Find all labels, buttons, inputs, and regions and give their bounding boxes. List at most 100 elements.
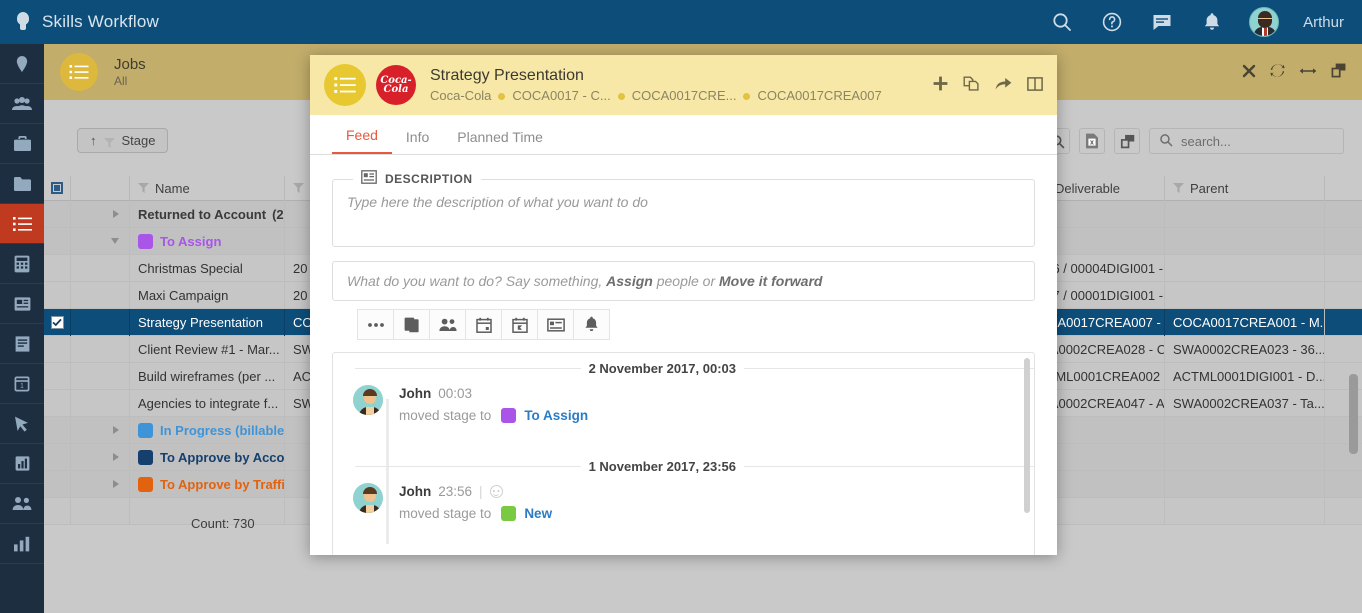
row-checkbox[interactable] bbox=[44, 443, 71, 471]
sidebar-item-jobs[interactable] bbox=[0, 204, 44, 244]
grid-scrollbar[interactable] bbox=[1349, 204, 1358, 454]
row-expander[interactable] bbox=[71, 227, 130, 255]
avatar[interactable] bbox=[1249, 7, 1280, 37]
row-expander[interactable] bbox=[71, 200, 130, 228]
tab-info[interactable]: Info bbox=[392, 129, 443, 154]
calendar-time-icon[interactable] bbox=[501, 309, 538, 340]
tab-feed[interactable]: Feed bbox=[332, 127, 392, 154]
modal-header-actions bbox=[923, 76, 1043, 95]
composer-text-1: What do you want to do? Say something, bbox=[347, 273, 603, 289]
messages-icon[interactable] bbox=[1149, 9, 1175, 35]
feed-stage-name[interactable]: To Assign bbox=[524, 406, 588, 426]
column-label: Parent bbox=[1190, 180, 1229, 196]
column-label: Name bbox=[155, 180, 190, 196]
filter-icon[interactable] bbox=[1173, 181, 1184, 196]
calendar-icon[interactable] bbox=[465, 309, 502, 340]
sidebar-item-location[interactable] bbox=[0, 44, 44, 84]
breadcrumb-item-job[interactable]: COCA0017CREA007 bbox=[757, 88, 881, 104]
composer-input[interactable]: What do you want to do? Say something, A… bbox=[332, 261, 1035, 301]
list-item[interactable]: John 23:56 | moved stage to New bbox=[333, 481, 1034, 523]
sidebar-item-briefcase[interactable] bbox=[0, 124, 44, 164]
search-icon[interactable] bbox=[1049, 9, 1075, 35]
group-name: To Approve by Traffic (1) bbox=[130, 470, 285, 498]
row-checkbox[interactable] bbox=[44, 308, 71, 336]
card-icon[interactable] bbox=[537, 309, 574, 340]
row-expander[interactable] bbox=[71, 470, 130, 498]
feed-scrollbar[interactable] bbox=[1024, 358, 1030, 553]
breadcrumb-item-project[interactable]: COCA0017 - C... bbox=[512, 88, 610, 104]
composer-move-link[interactable]: Move it forward bbox=[719, 273, 822, 289]
copy-icon[interactable] bbox=[393, 309, 430, 340]
split-panel-icon[interactable] bbox=[1027, 76, 1043, 94]
row-checkbox[interactable] bbox=[44, 362, 71, 390]
page-header-actions bbox=[1242, 63, 1362, 81]
breadcrumb-item-deliverable[interactable]: COCA0017CRE... bbox=[632, 88, 737, 104]
sidebar-item-cursor[interactable] bbox=[0, 404, 44, 444]
forward-icon[interactable] bbox=[995, 77, 1012, 94]
excel-export-icon[interactable]: x bbox=[1079, 128, 1105, 154]
description-field[interactable]: DESCRIPTION Type here the description of… bbox=[332, 170, 1035, 247]
close-icon[interactable] bbox=[1242, 64, 1256, 81]
sidebar-item-calendar[interactable]: 1 bbox=[0, 364, 44, 404]
composer-assign-link[interactable]: Assign bbox=[606, 273, 653, 289]
sidebar-item-bar-chart[interactable] bbox=[0, 524, 44, 564]
row-expander[interactable] bbox=[71, 416, 130, 444]
row-checkbox[interactable] bbox=[44, 200, 71, 228]
search-input[interactable]: search... bbox=[1149, 128, 1344, 154]
modal-title: Strategy Presentation bbox=[430, 66, 584, 84]
refresh-icon[interactable] bbox=[1270, 63, 1285, 81]
sidebar-item-calculator[interactable] bbox=[0, 244, 44, 284]
brand[interactable]: Skills Workflow bbox=[0, 12, 159, 32]
record-count: Count: 730 bbox=[191, 516, 255, 531]
sidebar-item-folder[interactable] bbox=[0, 164, 44, 204]
sidebar-item-chart[interactable] bbox=[0, 444, 44, 484]
group-name: Returned to Account (2) bbox=[130, 200, 285, 228]
bell-icon[interactable] bbox=[573, 309, 610, 340]
chevron-right-icon bbox=[113, 453, 119, 461]
feed-time: 23:56 bbox=[438, 484, 473, 500]
sidebar-item-invoice[interactable] bbox=[0, 284, 44, 324]
row-checkbox[interactable] bbox=[44, 227, 71, 255]
user-name[interactable]: Arthur bbox=[1303, 14, 1344, 31]
group-name: To Assign bbox=[130, 227, 285, 255]
resize-icon[interactable] bbox=[1299, 65, 1317, 80]
column-header-name[interactable]: Name bbox=[130, 176, 285, 201]
chevron-right-icon bbox=[113, 426, 119, 434]
row-checkbox[interactable] bbox=[44, 335, 71, 363]
filter-icon[interactable] bbox=[293, 181, 304, 196]
add-icon[interactable] bbox=[933, 76, 948, 94]
row-checkbox[interactable] bbox=[44, 281, 71, 309]
list-item[interactable]: John 00:03 moved stage to To Assign bbox=[333, 383, 1034, 425]
more-icon[interactable] bbox=[357, 309, 394, 340]
column-header-parent[interactable]: Parent bbox=[1165, 176, 1325, 201]
feed-stage-name[interactable]: New bbox=[524, 504, 552, 524]
feed-author[interactable]: John bbox=[399, 384, 431, 404]
windows-icon[interactable] bbox=[1331, 63, 1346, 81]
group-by-stage-button[interactable]: ↑ Stage bbox=[77, 128, 169, 153]
help-icon[interactable] bbox=[1099, 9, 1125, 35]
jobs-badge-icon bbox=[60, 53, 98, 91]
select-all-checkbox[interactable] bbox=[44, 176, 71, 201]
search-icon bbox=[1159, 133, 1173, 150]
row-checkbox[interactable] bbox=[44, 470, 71, 498]
row-expander bbox=[71, 362, 130, 390]
duplicate-icon[interactable] bbox=[963, 76, 980, 95]
filter-icon[interactable] bbox=[138, 181, 149, 196]
feed-author[interactable]: John bbox=[399, 482, 431, 502]
breadcrumb-item-client[interactable]: Coca-Cola bbox=[430, 88, 491, 104]
feed-item-text: John 00:03 moved stage to To Assign bbox=[399, 383, 588, 425]
notifications-icon[interactable] bbox=[1199, 9, 1225, 35]
windows-icon[interactable] bbox=[1114, 128, 1140, 154]
sidebar-item-notepad[interactable] bbox=[0, 324, 44, 364]
row-checkbox[interactable] bbox=[44, 254, 71, 282]
row-checkbox[interactable] bbox=[44, 389, 71, 417]
row-checkbox[interactable] bbox=[44, 416, 71, 444]
row-expander[interactable] bbox=[71, 443, 130, 471]
people-icon[interactable] bbox=[429, 309, 466, 340]
sidebar-item-users[interactable] bbox=[0, 484, 44, 524]
left-sidebar: 1 bbox=[0, 44, 44, 613]
sidebar-item-people[interactable] bbox=[0, 84, 44, 124]
description-icon bbox=[361, 170, 377, 187]
tab-planned-time[interactable]: Planned Time bbox=[443, 129, 557, 154]
smiley-icon[interactable] bbox=[489, 485, 503, 499]
